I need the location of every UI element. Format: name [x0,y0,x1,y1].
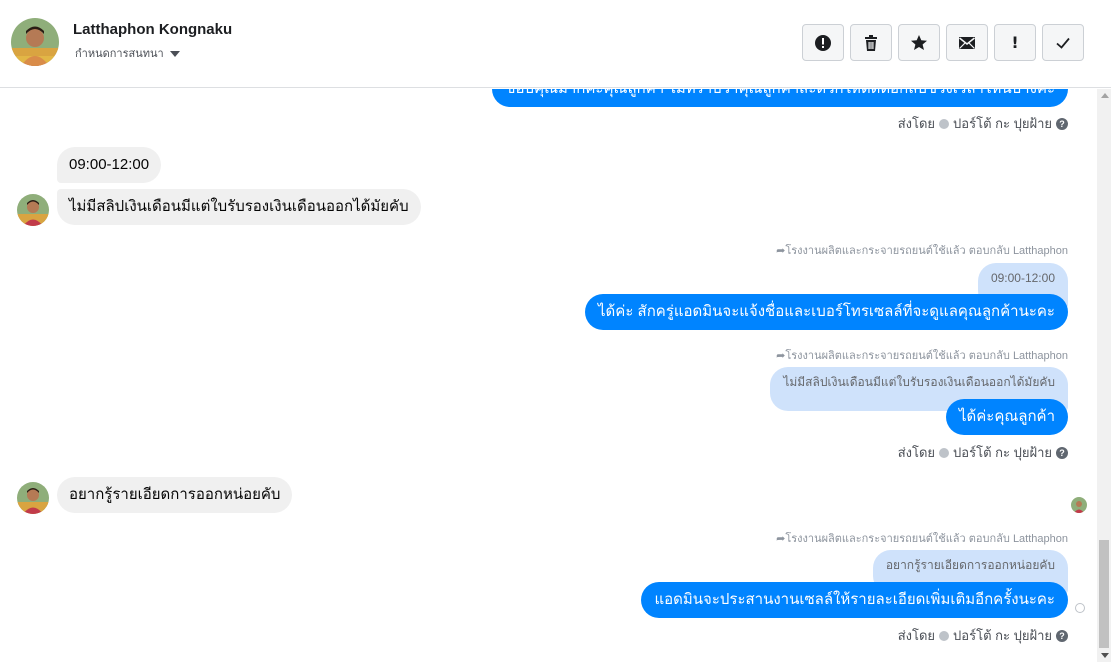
delete-button[interactable] [850,24,892,61]
follow-up-button[interactable]: ! [994,24,1036,61]
sent-by-label: ส่งโดย ปอร์โต้ กะ ปุยฝ้าย ? [898,442,1068,463]
contact-avatar [17,482,49,514]
mark-done-button[interactable] [1042,24,1084,61]
message-thread[interactable]: ขอบคุณมากค่ะคุณลูกค้า ไม่ทราบว่าคุณลูกค้… [0,89,1097,662]
mark-unread-button[interactable] [946,24,988,61]
seen-avatar [1071,497,1087,513]
outgoing-message[interactable]: แอดมินจะประสานงานเซลล์ให้รายละเอียดเพิ่ม… [641,582,1068,618]
sent-by-label: ส่งโดย ปอร์โต้ กะ ปุยฝ้าย ? [898,113,1068,134]
checkmark-icon [1056,37,1070,49]
outgoing-message[interactable]: ขอบคุณมากค่ะคุณลูกค้า ไม่ทราบว่าคุณลูกค้… [492,89,1068,107]
outgoing-message[interactable]: ได้ค่ะคุณลูกค้า [945,399,1068,435]
contact-avatar[interactable] [11,18,59,66]
star-icon [911,34,927,50]
reply-context-text: โรงงานผลิตและกระจายรถยนต์ใช้แล้ว ตอบกลับ… [785,533,1068,545]
outgoing-message[interactable]: ได้ค่ะ สักครู่แอดมินจะแจ้งชื่อและเบอร์โท… [585,294,1068,330]
verified-check-icon [939,630,950,641]
incoming-message[interactable]: ไม่มีสลิปเงินเดือนมีแต่ใบรับรองเงินเดือน… [57,189,421,225]
reply-context: ➦โรงงานผลิตและกระจายรถยนต์ใช้แล้ว ตอบกลั… [776,346,1068,364]
caret-down-icon [169,51,180,57]
contact-name[interactable]: Latthaphon Kongnaku [73,21,232,38]
scroll-down-arrow-icon[interactable] [1101,653,1109,658]
verified-check-icon [939,447,950,458]
verified-check-icon [939,118,950,129]
exclamation-icon: ! [1011,33,1019,52]
trash-icon [865,34,877,51]
star-button[interactable] [898,24,940,61]
help-icon[interactable]: ? [1056,117,1068,130]
incoming-message[interactable]: 09:00-12:00 [57,147,162,183]
help-icon[interactable]: ? [1056,446,1068,459]
reply-arrow-icon: ➦ [776,245,786,257]
reply-context-text: โรงงานผลิตและกระจายรถยนต์ใช้แล้ว ตอบกลับ… [785,245,1068,257]
incoming-message[interactable]: อยากรู้รายเอียดการออกหน่อยคับ [57,477,293,513]
sent-by-text: ส่งโดย [897,116,936,131]
conversation-settings-dropdown[interactable]: กำหนดการสนทนา [75,44,180,62]
reply-arrow-icon: ➦ [776,533,786,545]
sent-by-text: ส่งโดย [897,628,936,643]
conversation-header: Latthaphon Kongnaku กำหนดการสนทนา ! [0,0,1111,88]
envelope-icon [959,36,975,49]
scrollbar-thumb[interactable] [1099,540,1109,648]
alert-circle-icon [815,34,831,51]
reply-context: ➦โรงงานผลิตและกระจายรถยนต์ใช้แล้ว ตอบกลั… [776,241,1068,259]
conversation-settings-label: กำหนดการสนทนา [75,47,164,60]
help-icon[interactable]: ? [1056,629,1068,642]
scroll-up-arrow-icon[interactable] [1101,93,1109,98]
reply-arrow-icon: ➦ [776,350,786,362]
contact-avatar [17,194,49,226]
sent-by-label: ส่งโดย ปอร์โต้ กะ ปุยฝ้าย ? [898,625,1068,646]
delivered-check-icon [1075,603,1085,613]
sender-name: ปอร์โต้ กะ ปุยฝ้าย [953,445,1052,460]
sender-name: ปอร์โต้ กะ ปุยฝ้าย [953,628,1052,643]
sender-name: ปอร์โต้ กะ ปุยฝ้าย [953,116,1052,131]
mark-spam-button[interactable] [802,24,844,61]
reply-context-text: โรงงานผลิตและกระจายรถยนต์ใช้แล้ว ตอบกลับ… [785,350,1068,362]
sent-by-text: ส่งโดย [897,445,936,460]
reply-context: ➦โรงงานผลิตและกระจายรถยนต์ใช้แล้ว ตอบกลั… [776,529,1068,547]
